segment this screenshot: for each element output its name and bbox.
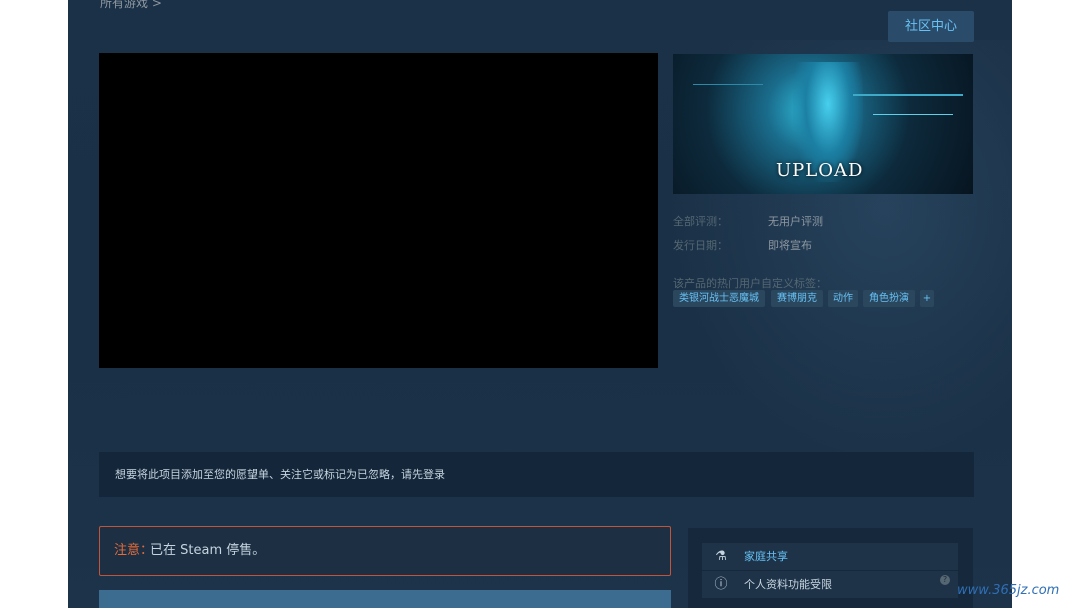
info-icon: ⓘ (714, 577, 728, 592)
reviews-value: 无用户评测 (768, 215, 823, 228)
feature-label: 个人资料功能受限 (744, 578, 832, 591)
reviews-label: 全部评测： (673, 215, 728, 228)
family-share-icon: ⚗ (715, 549, 727, 564)
capsule-glitch-line (873, 114, 953, 115)
release-date-value: 即将宣布 (768, 239, 812, 252)
purchase-area (99, 590, 671, 608)
feature-label: 家庭共享 (744, 550, 788, 563)
breadcrumb[interactable]: 所有游戏 > (100, 0, 162, 11)
features-panel: ⚗ 家庭共享 ⓘ 个人资料功能受限 ? (688, 528, 973, 608)
watermark: www.365jz.com (957, 583, 1060, 598)
help-icon[interactable]: ? (940, 575, 950, 585)
feature-family-share[interactable]: ⚗ 家庭共享 (702, 543, 958, 570)
capsule-logo: UPLOAD (776, 160, 864, 181)
capsule-glitch-line (853, 94, 963, 96)
login-prompt-text: 想要将此项目添加至您的愿望单、关注它或标记为已忽略，请先登录 (115, 468, 445, 481)
tag-item[interactable]: 动作 (828, 290, 858, 307)
release-date-label: 发行日期： (673, 239, 728, 252)
login-prompt[interactable]: 想要将此项目添加至您的愿望单、关注它或标记为已忽略，请先登录 (99, 452, 974, 497)
tag-item[interactable]: 赛博朋克 (771, 290, 823, 307)
notice-label: 注意： (114, 543, 154, 558)
video-player[interactable] (99, 53, 658, 368)
delisted-notice: 注意： 已在 Steam 停售。 (99, 526, 671, 576)
tags-label: 该产品的热门用户自定义标签： (673, 277, 827, 290)
store-page: 所有游戏 > 社区中心 UPLOAD 全部评测： 无用户评测 发行日期： 即将宣… (68, 0, 1012, 608)
tag-item[interactable]: 角色扮演 (863, 290, 915, 307)
tag-item[interactable]: 类银河战士恶魔城 (673, 290, 765, 307)
notice-text: 已在 Steam 停售。 (150, 543, 266, 558)
community-hub-button[interactable]: 社区中心 (888, 11, 974, 42)
feature-limited-profile[interactable]: ⓘ 个人资料功能受限 ? (702, 571, 958, 598)
capsule-glitch-line (693, 84, 763, 85)
game-capsule-image: UPLOAD (673, 54, 973, 194)
tag-add-button[interactable]: + (920, 290, 934, 307)
